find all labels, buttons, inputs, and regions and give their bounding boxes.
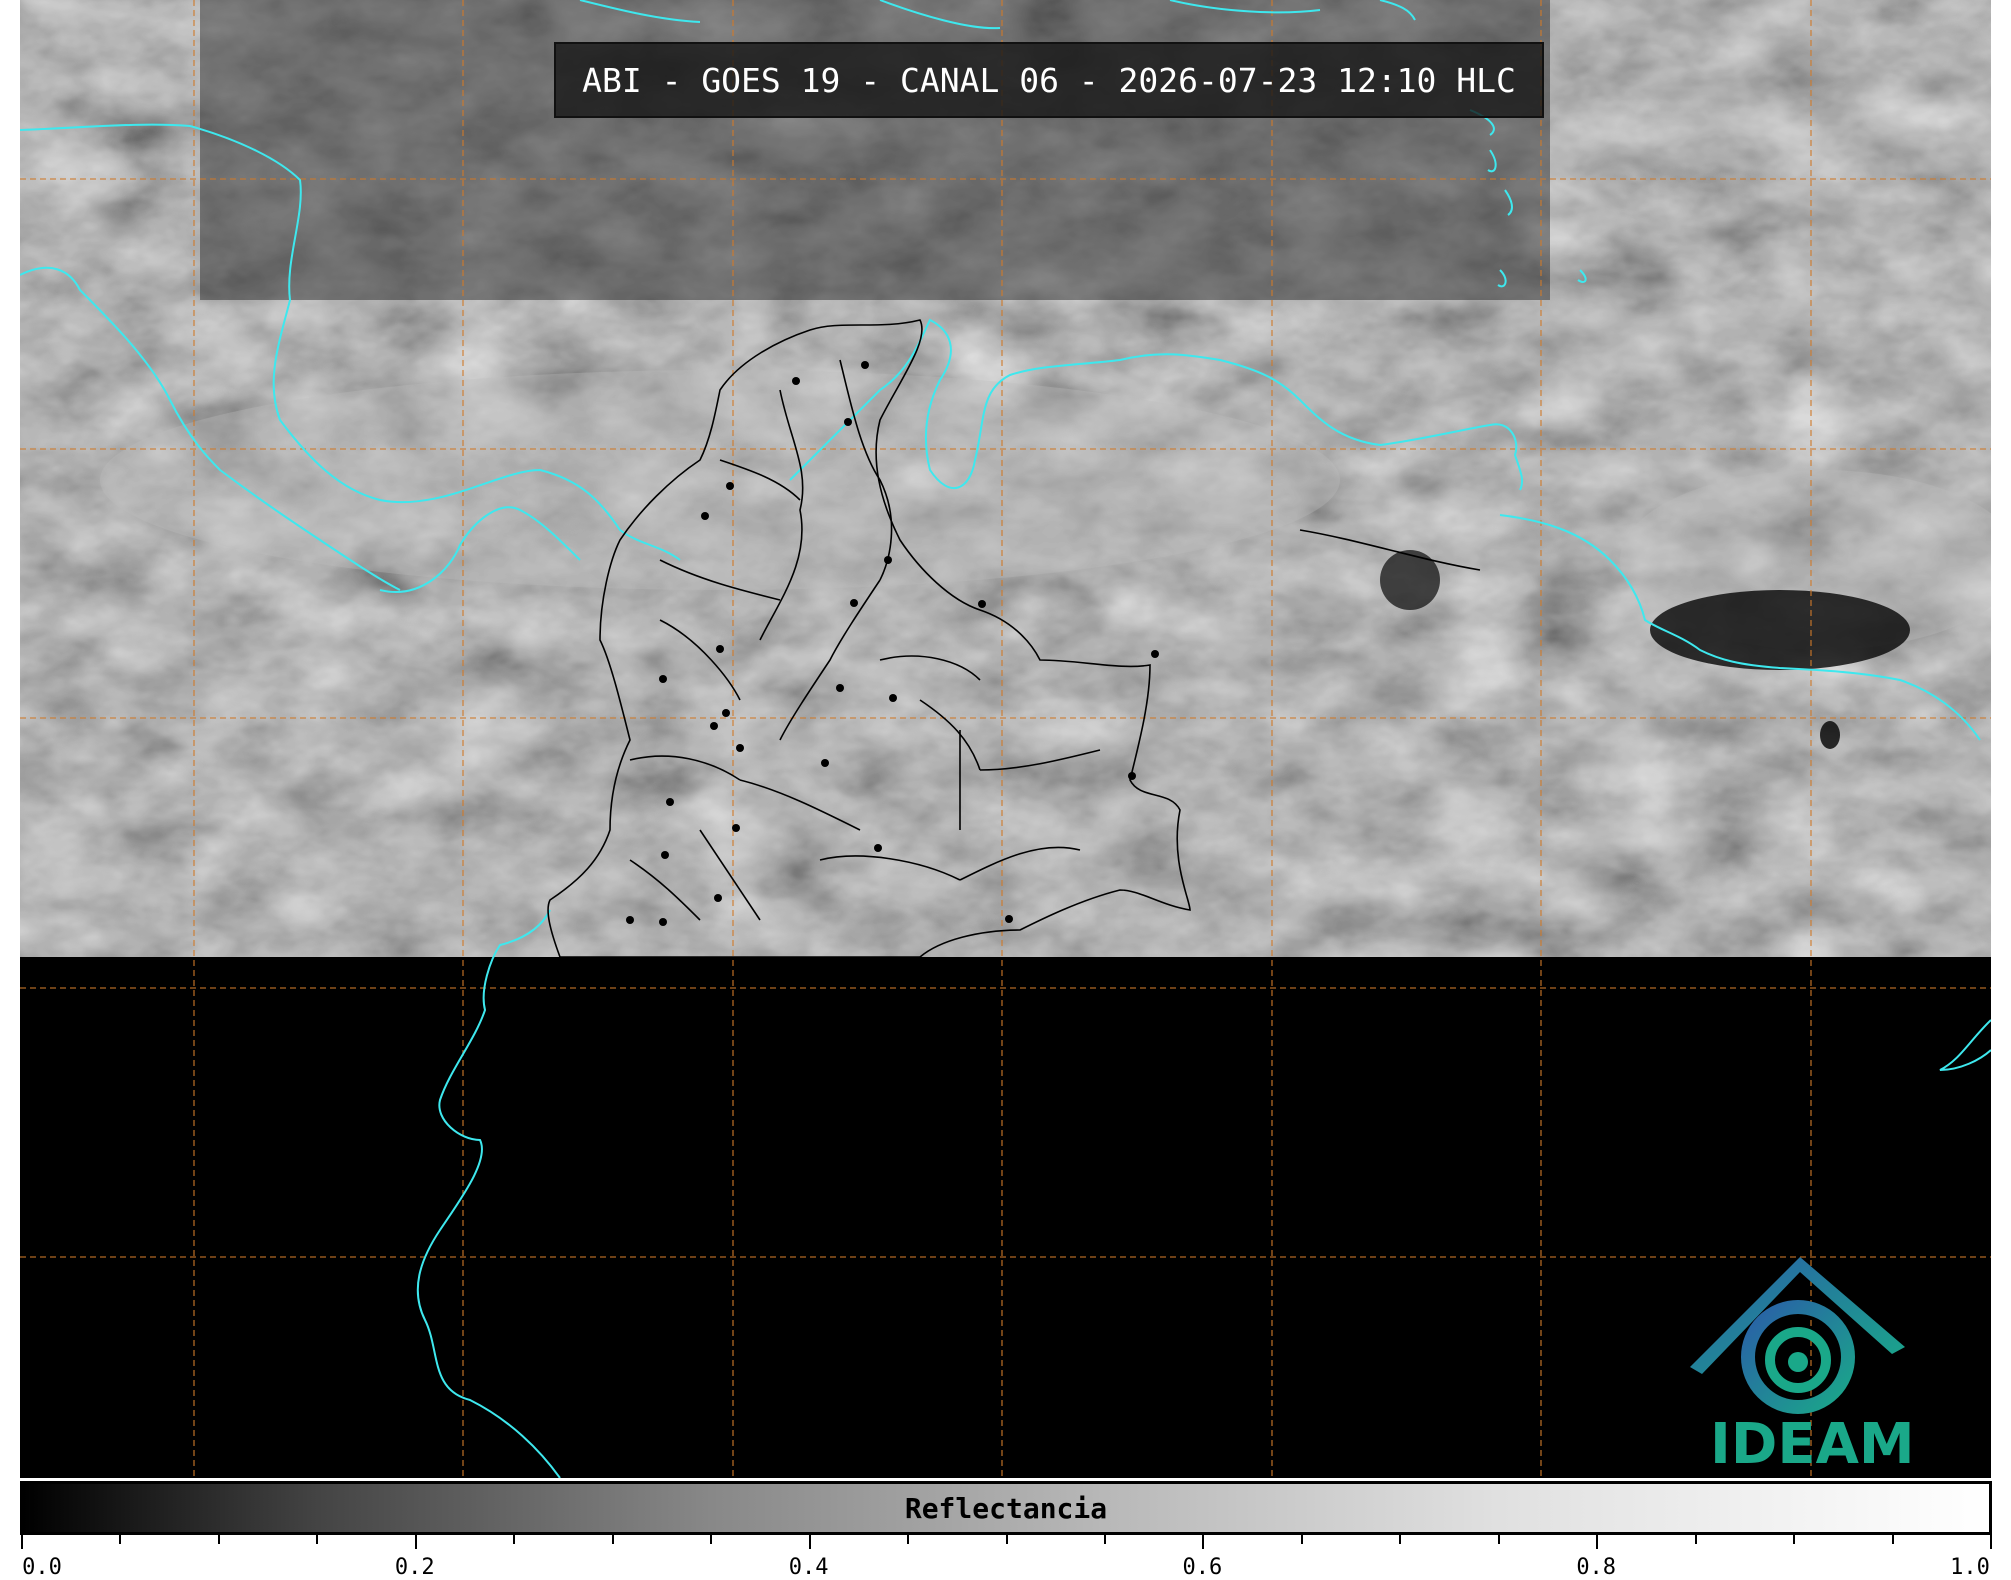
colorbar-minor-tick (119, 1535, 122, 1544)
colorbar-tick-label: 0.0 (22, 1555, 62, 1580)
colorbar-tick-label: 1.0 (1950, 1555, 1990, 1580)
colorbar-tick-label: 0.2 (394, 1555, 435, 1580)
colorbar-major-tick (414, 1535, 417, 1549)
colorbar-minor-tick (217, 1535, 220, 1544)
colorbar-tick-label: 0.6 (1182, 1555, 1223, 1580)
colorbar-tick-label: 0.8 (1576, 1555, 1617, 1580)
ideam-logo-text: IDEAM (1710, 1412, 1915, 1477)
colorbar-minor-tick (513, 1535, 516, 1544)
colorbar-minor-tick (1300, 1535, 1303, 1544)
title-box: ABI - GOES 19 - CANAL 06 - 2026-07-23 12… (554, 42, 1544, 118)
colorbar-major-tick (1990, 1535, 1992, 1549)
colorbar-major-tick (1596, 1535, 1599, 1549)
colorbar-major-tick (21, 1535, 23, 1549)
colorbar-minor-tick (907, 1535, 910, 1544)
colorbar-ticks: 0.0 0.2 0.4 0.6 0.8 1.0 (20, 1535, 1992, 1580)
colorbar-minor-tick (1399, 1535, 1402, 1544)
colorbar-minor-tick (710, 1535, 713, 1544)
colorbar-minor-tick (1005, 1535, 1008, 1544)
colorbar-major-tick (808, 1535, 811, 1549)
colorbar: Reflectancia (20, 1481, 1992, 1535)
colorbar-major-tick (1202, 1535, 1205, 1549)
satellite-map[interactable]: ABI - GOES 19 - CANAL 06 - 2026-07-23 12… (20, 0, 1991, 1478)
colorbar-minor-tick (1103, 1535, 1106, 1544)
colorbar-minor-tick (1793, 1535, 1796, 1544)
colorbar-minor-tick (1891, 1535, 1894, 1544)
colorbar-minor-tick (316, 1535, 319, 1544)
colorbar-minor-tick (1497, 1535, 1500, 1544)
colorbar-minor-tick (1694, 1535, 1697, 1544)
satellite-imagery (20, 0, 1991, 957)
map-title: ABI - GOES 19 - CANAL 06 - 2026-07-23 12… (582, 60, 1516, 100)
colorbar-tick-label: 0.4 (788, 1555, 829, 1580)
colorbar-label: Reflectancia (904, 1492, 1108, 1525)
colorbar-minor-tick (611, 1535, 614, 1544)
